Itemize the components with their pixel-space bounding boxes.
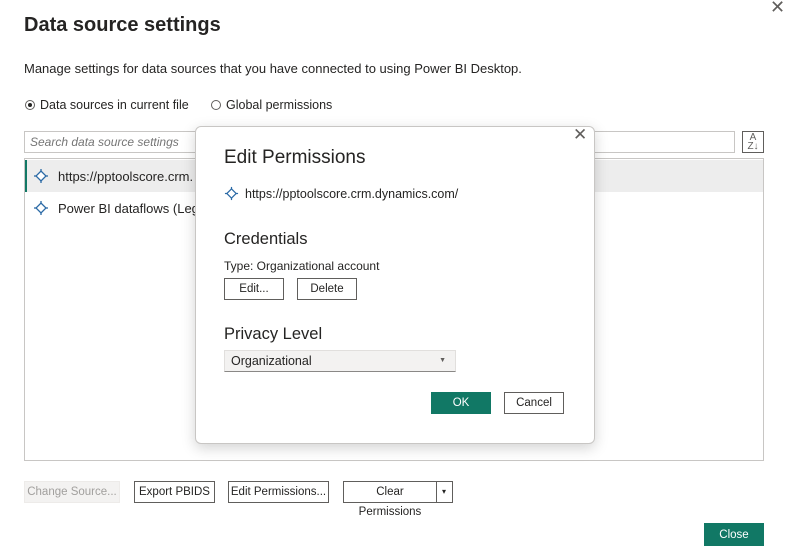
dialog-title: Data source settings: [24, 14, 221, 36]
data-source-icon: [34, 169, 48, 183]
edit-credentials-button[interactable]: Edit...: [224, 278, 284, 300]
privacy-level-heading: Privacy Level: [224, 325, 323, 343]
close-icon[interactable]: ✕: [770, 0, 785, 16]
radio-unchecked-icon[interactable]: [211, 100, 221, 110]
edit-permissions-button[interactable]: Edit Permissions...: [228, 481, 329, 503]
credentials-heading: Credentials: [224, 230, 308, 248]
modal-title: Edit Permissions: [224, 147, 366, 168]
clear-permissions-dropdown-icon[interactable]: ▾: [436, 481, 453, 503]
radio-checked-icon[interactable]: [25, 100, 35, 110]
radio-global-permissions-label: Global permissions: [226, 98, 333, 112]
data-source-icon: [34, 201, 48, 215]
modal-data-source: https://pptoolscore.crm.dynamics.com/: [224, 186, 458, 201]
delete-credentials-button[interactable]: Delete: [297, 278, 357, 300]
credentials-type: Type: Organizational account: [224, 259, 380, 273]
radio-global-permissions[interactable]: Global permissions: [211, 98, 332, 112]
close-button[interactable]: Close: [704, 523, 764, 546]
radio-current-file[interactable]: Data sources in current file: [25, 98, 189, 112]
chevron-down-icon: ▼: [439, 357, 446, 364]
list-item-label: https://pptoolscore.crm.: [58, 168, 194, 184]
cancel-button[interactable]: Cancel: [504, 392, 564, 414]
change-source-button[interactable]: Change Source...: [24, 481, 120, 503]
data-source-icon: [224, 186, 239, 201]
export-pbids-button[interactable]: Export PBIDS: [134, 481, 215, 503]
modal-url-label: https://pptoolscore.crm.dynamics.com/: [245, 186, 459, 201]
ok-button[interactable]: OK: [431, 392, 491, 414]
privacy-level-value: Organizational: [231, 354, 312, 368]
sort-az-button[interactable]: A Z↓: [742, 131, 764, 153]
sort-az-icon: A Z↓: [747, 132, 759, 152]
radio-current-file-label: Data sources in current file: [40, 98, 189, 112]
privacy-level-select[interactable]: Organizational ▼: [224, 350, 456, 372]
list-item-label: Power BI dataflows (Lega: [58, 200, 207, 216]
modal-close-icon[interactable]: ✕: [573, 126, 587, 144]
clear-permissions-button[interactable]: Clear Permissions: [343, 481, 437, 518]
dialog-description: Manage settings for data sources that yo…: [24, 61, 522, 76]
